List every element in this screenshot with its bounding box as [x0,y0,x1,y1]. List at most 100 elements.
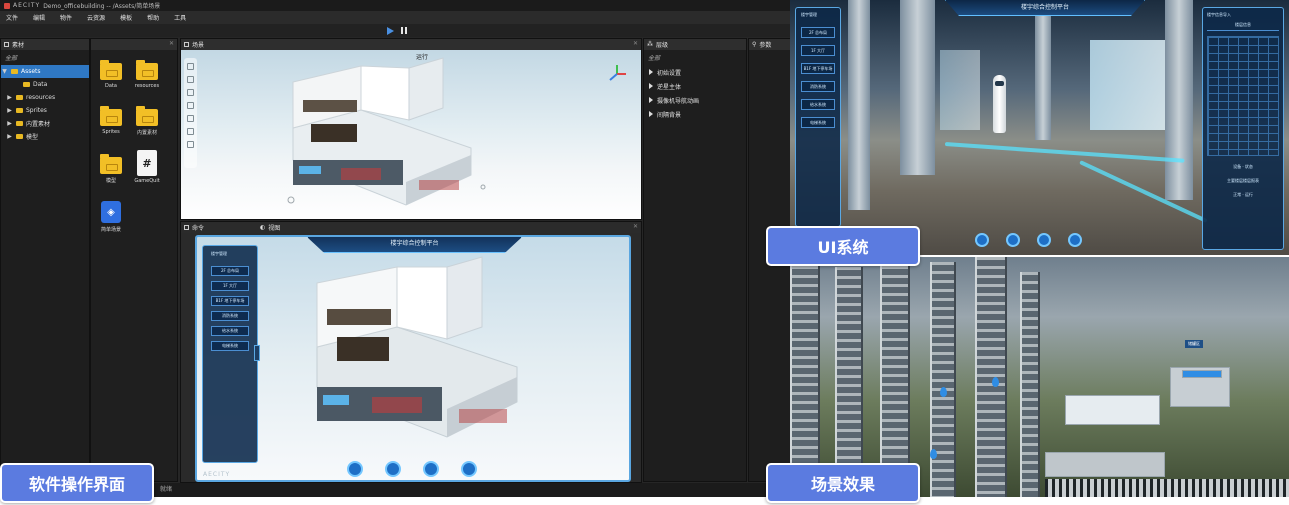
ui-info-panel: 楼宇信息导入 楼层信息 设备 · 状态 主要楼层楼层报表 正常 · 运行 [1202,7,1284,250]
location-icon[interactable] [347,461,363,477]
location-marker-icon[interactable] [930,449,937,459]
assets-panel-icon [4,42,9,47]
game-hud-button[interactable]: 1F 大厅 [211,281,249,291]
steel-tower [790,257,820,497]
game-hud-button[interactable]: B1F 地下停车场 [211,296,249,306]
caret-right-icon[interactable]: ▶ [6,120,13,127]
ui-hud-button[interactable]: 2F 总布局 [801,27,835,38]
assets-grid-header: ✕ [91,39,177,50]
asset-folder-sprites[interactable]: Sprites [93,106,129,135]
properties-panel-title: 参数 [759,42,772,49]
pillar [848,0,870,210]
caret-right-icon[interactable]: ▶ [6,94,13,101]
building-model [287,57,486,206]
camera-icon[interactable] [385,461,401,477]
tree-item-data[interactable]: Data [1,78,89,91]
command-panel-header: 命令 ◐ 视图 ✕ [181,222,641,233]
scene-effect-screenshot: 储罐区 [790,257,1289,497]
axis-gizmo-icon[interactable] [607,64,627,84]
caret-right-icon[interactable]: ▶ [6,133,13,140]
asset-folder-resources[interactable]: resources [129,60,165,89]
hierarchy-item[interactable]: 摄像机导航动画 [644,93,746,107]
close-icon[interactable]: ✕ [169,40,174,47]
menu-file[interactable]: 文件 [6,13,18,22]
game-hud-button[interactable]: 消防系统 [211,311,249,321]
location-marker-icon[interactable] [992,377,999,387]
scene-panel-icon [184,42,189,47]
caption-ui-system: UI系统 [766,226,920,266]
tree-item-models[interactable]: ▶ 模型 [1,130,89,143]
ui-system-screenshot: 楼宇综合控制平台 楼宇管理 2F 总布局 1F 大厅 B1F 地下停车场 消防系… [790,0,1289,255]
power-icon[interactable] [1068,233,1082,247]
floor-plan-grid [1207,36,1279,156]
hierarchy-item[interactable]: 逆星主体 [644,79,746,93]
tree-item-label: 内置素材 [26,121,51,128]
pause-icon[interactable] [400,27,407,34]
camera-icon[interactable] [1006,233,1020,247]
tree-item-assets[interactable]: ▼ Assets [1,65,89,78]
ui-hud-button[interactable]: B1F 地下停车场 [801,63,835,74]
window-light [940,50,980,130]
hierarchy-item[interactable]: 间隔背景 [644,107,746,121]
caret-down-icon[interactable]: ▼ [1,68,8,75]
play-icon[interactable] [386,26,394,35]
battery-icon[interactable] [423,461,439,477]
ui-hud-dock [975,233,1082,247]
tree-item-resources[interactable]: ▶ resources [1,91,89,104]
game-viewport[interactable]: 楼宇综合控制平台 楼宇管理 2F 总布局 1F 大厅 B1F 地下停车场 消防系… [195,235,631,482]
ui-hud-button[interactable]: 电梯系统 [801,117,835,128]
folder-icon [23,82,30,87]
close-icon[interactable]: ✕ [633,40,638,47]
asset-folder-models[interactable]: 模型 [93,154,129,184]
tree-item-builtin[interactable]: ▶ 内置素材 [1,117,89,130]
fence [1045,479,1289,497]
asset-folder-builtin[interactable]: 内置素材 [129,106,165,136]
hierarchy-icon: ⁂ [647,41,653,48]
folder-icon [136,60,158,80]
storage-building [1182,370,1222,378]
view-tab[interactable]: 视图 [268,223,280,232]
menu-edit[interactable]: 编辑 [33,13,45,22]
ui-hud-button[interactable]: 消防系统 [801,81,835,92]
hierarchy-panel-header: ⁂ 层级 [644,39,746,50]
location-marker-icon[interactable] [940,387,947,397]
steel-tower [880,257,910,497]
asset-folder-data[interactable]: Data [93,60,129,89]
menu-template[interactable]: 模板 [120,13,132,22]
scene-viewport[interactable]: 运行 [181,50,641,219]
sidebar-collapse-handle[interactable] [254,345,260,361]
asset-script-gamequit[interactable]: # GameQuit [129,150,165,184]
assets-filter-all[interactable]: 全部 [1,50,89,65]
game-hud-button[interactable]: 2F 总布局 [211,266,249,276]
location-icon[interactable] [975,233,989,247]
hierarchy-panel: ⁂ 层级 全部 初始设置 逆星主体 摄像机导航动画 间隔背景 [643,38,747,482]
game-hud-button[interactable]: 电梯系统 [211,341,249,351]
scene-panel: 场景 ✕ 运行 [180,38,642,220]
scene-panel-title: 场景 [192,42,205,49]
game-hud-button[interactable]: 给水系统 [211,326,249,336]
menu-help[interactable]: 帮助 [147,13,159,22]
hierarchy-filter-all[interactable]: 全部 [644,50,746,65]
asset-label: Sprites [102,129,120,135]
battery-icon[interactable] [1037,233,1051,247]
play-toolbar [0,24,793,37]
caret-right-icon[interactable]: ▶ [6,107,13,114]
menu-tools[interactable]: 工具 [174,13,186,22]
close-icon[interactable]: ✕ [633,223,638,230]
asset-scene-file[interactable]: ◈ 简单场景 [93,201,129,233]
tree-item-sprites[interactable]: ▶ Sprites [1,104,89,117]
folder-icon [100,106,122,126]
command-panel-title[interactable]: 命令 [192,223,204,232]
ui-hud-button[interactable]: 1F 大厅 [801,45,835,56]
hierarchy-item[interactable]: 初始设置 [644,65,746,79]
editor-window: AECITY Demo_officebuilding -- /Assets/简单… [0,0,793,497]
menu-object[interactable]: 物件 [60,13,72,22]
ui-hud-button[interactable]: 给水系统 [801,99,835,110]
properties-panel-header: ⚲ 参数 [749,39,792,50]
power-icon[interactable] [461,461,477,477]
folder-icon [100,60,122,80]
menu-cloud[interactable]: 云资源 [87,13,105,22]
ui-hud-title: 楼宇综合控制平台 [945,0,1145,16]
ui-info-title: 楼宇信息导入 [1207,12,1231,17]
app-logo-text: AECITY [13,2,41,9]
